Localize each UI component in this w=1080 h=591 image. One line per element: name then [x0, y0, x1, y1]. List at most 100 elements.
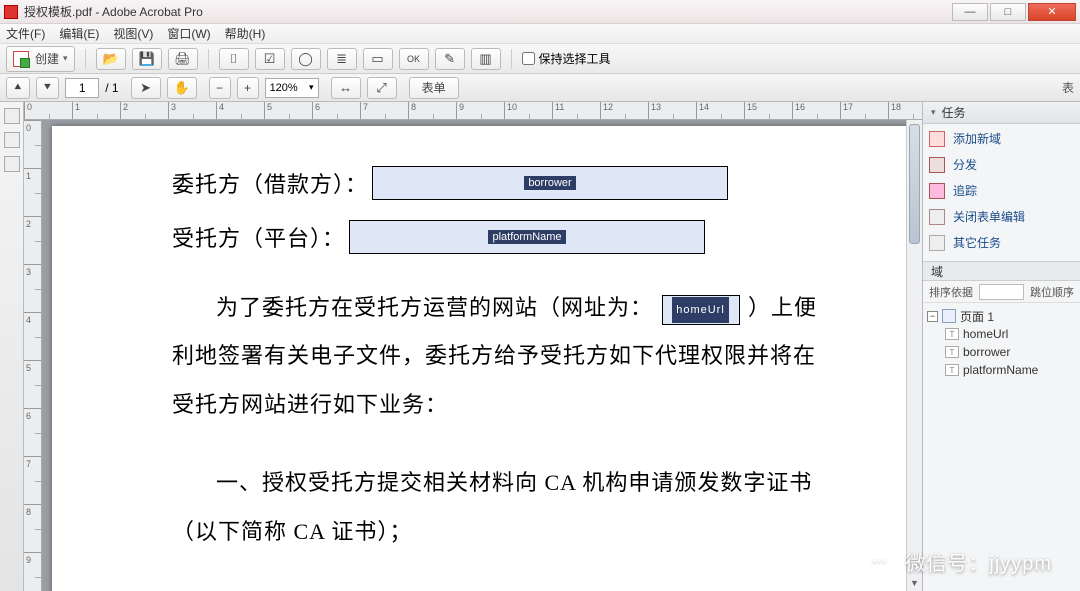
hand-tool[interactable]: ✋ — [167, 77, 197, 99]
task-add-label: 添加新域 — [953, 130, 1001, 147]
watermark: ⋯ 微信号：jjyypm — [863, 545, 1052, 577]
main-area: 0123456789101112131415161718192021 01234… — [0, 102, 1080, 591]
menubar: 文件(F) 编辑(E) 视图(V) 窗口(W) 帮助(H) — [0, 24, 1080, 44]
tool-1[interactable]: ⌷ — [219, 48, 249, 70]
radio-icon: ◯ — [298, 51, 314, 67]
folder-icon: 📂 — [103, 51, 119, 67]
save-button[interactable]: 💾 — [132, 48, 162, 70]
menu-window[interactable]: 窗口(W) — [167, 25, 210, 42]
checkbox-icon: ☑ — [262, 51, 278, 67]
minimize-button[interactable]: — — [952, 3, 988, 21]
platform-field[interactable]: platformName — [349, 220, 705, 254]
menu-view[interactable]: 视图(V) — [113, 25, 153, 42]
task-close-form[interactable]: 关闭表单编辑 — [929, 208, 1074, 225]
sort-select[interactable] — [979, 284, 1024, 300]
nav-attachments-icon[interactable] — [4, 156, 20, 172]
close-form-icon — [929, 209, 945, 225]
zoom-in-button[interactable]: + — [237, 77, 259, 99]
homeurl-field[interactable]: homeUrl — [662, 295, 740, 325]
menu-file[interactable]: 文件(F) — [6, 25, 45, 42]
scroll-down-icon[interactable]: ▼ — [907, 575, 922, 591]
page-number-input[interactable]: 1 — [65, 78, 99, 98]
tree-page-1[interactable]: − 页面 1 — [927, 307, 1076, 325]
save-icon: 💾 — [139, 51, 155, 67]
zoom-input[interactable]: 120% ▾ — [265, 78, 319, 98]
left-nav-strip — [0, 102, 24, 591]
zoom-value: 120% — [270, 82, 298, 94]
app-icon — [4, 5, 18, 19]
vertical-ruler: 01234567891011 — [24, 120, 42, 591]
chevron-down-icon: ▾ — [309, 82, 314, 93]
homeurl-field-tag: homeUrl — [672, 297, 729, 323]
close-button[interactable]: ✕ — [1028, 3, 1076, 21]
borrower-field[interactable]: borrower — [372, 166, 728, 200]
form-button[interactable]: 表单 — [409, 77, 459, 99]
window-title: 授权模板.pdf - Adobe Acrobat Pro — [24, 3, 203, 20]
keep-select-checkbox[interactable] — [522, 52, 535, 65]
tool-6[interactable]: OK — [399, 48, 429, 70]
barcode-icon: ▥ — [478, 51, 494, 67]
tool-4[interactable]: ≣ — [327, 48, 357, 70]
tasks-list: 添加新域 分发 追踪 关闭表单编辑 其它任务 — [923, 124, 1080, 261]
create-icon — [13, 51, 29, 67]
page1-label: 页面 1 — [960, 308, 994, 325]
right-panel: ▾任务 添加新域 分发 追踪 关闭表单编辑 其它任务 域 排序依据 跳位顺序 −… — [922, 102, 1080, 591]
nav-thumbnails-icon[interactable] — [4, 108, 20, 124]
horizontal-ruler: 0123456789101112131415161718192021 — [24, 102, 922, 120]
tree-field-platform[interactable]: TplatformName — [945, 361, 1076, 379]
form-label: 表单 — [422, 79, 446, 96]
tree-field-borrower[interactable]: Tborrower — [945, 343, 1076, 361]
list-icon: ≣ — [334, 51, 350, 67]
borrower-tree-label: borrower — [963, 345, 1010, 359]
create-button[interactable]: 创建 ▾ — [6, 46, 75, 72]
keep-select-label[interactable]: 保持选择工具 — [522, 50, 611, 67]
select-tool[interactable]: ➤ — [131, 77, 161, 99]
print-button[interactable]: 🖨 — [168, 48, 198, 70]
clause-one: 一、授权受托方提交相关材料向 CA 机构申请颁发数字证书（以下简称 CA 证书）… — [172, 459, 822, 556]
create-label: 创建 — [35, 50, 59, 67]
add-field-icon — [929, 131, 945, 147]
titlebar: 授权模板.pdf - Adobe Acrobat Pro — □ ✕ — [0, 0, 1080, 24]
fit-width-button[interactable]: ↔ — [331, 77, 361, 99]
tab-order-label[interactable]: 跳位顺序 — [1030, 284, 1074, 300]
chevron-down-icon: ▾ — [63, 53, 68, 64]
task-close-label: 关闭表单编辑 — [953, 208, 1025, 225]
maximize-button[interactable]: □ — [990, 3, 1026, 21]
sort-row: 排序依据 跳位顺序 — [923, 281, 1080, 303]
tool-7[interactable]: ✎ — [435, 48, 465, 70]
nav-bookmarks-icon[interactable] — [4, 132, 20, 148]
task-other[interactable]: 其它任务 — [929, 234, 1074, 251]
tree-field-homeurl[interactable]: ThomeUrl — [945, 325, 1076, 343]
tool-5[interactable]: ▭ — [363, 48, 393, 70]
platform-field-tag: platformName — [488, 230, 565, 244]
clause-two: 二、在受托方网站使用自己的 CA 证书进行电子文件自动签署，签署的文件范围仅限于… — [172, 586, 822, 591]
tasks-header[interactable]: ▾任务 — [923, 102, 1080, 124]
text-field-icon: T — [945, 328, 959, 340]
pdf-page: 委托方（借款方）： borrower 受托方（平台）： platformName… — [52, 126, 922, 591]
tool-8[interactable]: ▥ — [471, 48, 501, 70]
task-add-field[interactable]: 添加新域 — [929, 130, 1074, 147]
fields-header[interactable]: 域 — [923, 261, 1080, 281]
open-button[interactable]: 📂 — [96, 48, 126, 70]
toolbar-right-text: 表 — [1062, 79, 1074, 96]
toolbar-nav: ⯅ ⯆ 1 / 1 ➤ ✋ − + 120%▾ ↔ ⤢ 表单 表 — [0, 74, 1080, 102]
page-up-button[interactable]: ⯅ — [6, 77, 30, 99]
collapse-icon[interactable]: − — [927, 311, 938, 322]
zoom-out-button[interactable]: − — [209, 77, 231, 99]
ok-icon: OK — [406, 51, 422, 67]
menu-help[interactable]: 帮助(H) — [225, 25, 266, 42]
page-icon — [942, 309, 956, 323]
page-canvas[interactable]: 委托方（借款方）： borrower 受托方（平台）： platformName… — [42, 120, 922, 591]
tool-3[interactable]: ◯ — [291, 48, 321, 70]
vertical-scrollbar[interactable]: ▲ ▼ — [906, 120, 922, 591]
menu-edit[interactable]: 编辑(E) — [59, 25, 99, 42]
task-distribute[interactable]: 分发 — [929, 156, 1074, 173]
scroll-thumb[interactable] — [909, 124, 920, 244]
fit-page-button[interactable]: ⤢ — [367, 77, 397, 99]
task-track[interactable]: 追踪 — [929, 182, 1074, 199]
fields-title: 域 — [931, 263, 943, 280]
page-down-button[interactable]: ⯆ — [36, 77, 60, 99]
tool-2[interactable]: ☑ — [255, 48, 285, 70]
intro-paragraph: 为了委托方在受托方运营的网站（网址为： homeUrl ）上便利地签署有关电子文… — [172, 284, 822, 429]
homeurl-label: homeUrl — [963, 327, 1008, 341]
